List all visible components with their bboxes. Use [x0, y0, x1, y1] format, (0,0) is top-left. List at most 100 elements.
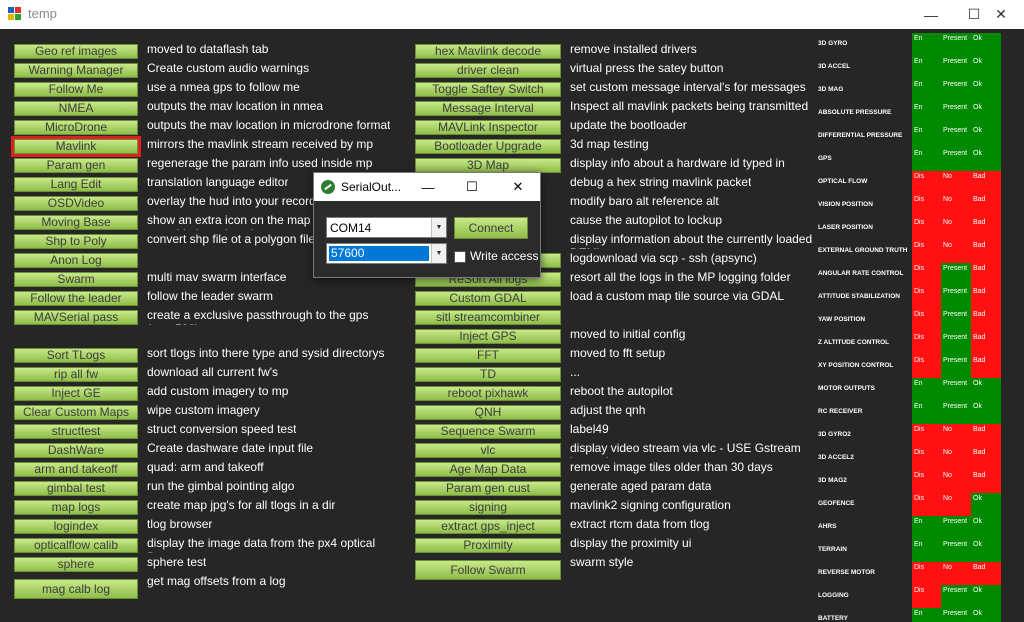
baud-select[interactable]: 57600 ▼ — [326, 243, 447, 264]
tool-description: virtual press the satey button — [570, 61, 724, 75]
tool-description: add custom imagery to mp — [147, 384, 289, 398]
tool-button[interactable]: TD — [415, 367, 561, 382]
sensor-health: Ok — [971, 401, 1001, 424]
sensor-present: Present — [941, 263, 971, 286]
sensor-enabled: En — [912, 79, 941, 102]
tool-button[interactable]: Sequence Swarm — [415, 424, 561, 439]
sensor-enabled: Dis — [912, 447, 941, 470]
tool-description: struct conversion speed test — [147, 422, 297, 436]
tool-button[interactable]: Custom GDAL — [415, 291, 561, 306]
tool-button[interactable]: gimbal test — [14, 481, 138, 496]
tool-button[interactable]: map logs — [14, 500, 138, 515]
sensor-health: Ok — [971, 585, 1001, 608]
tool-button[interactable]: Bootloader Upgrade — [415, 139, 561, 154]
connect-button[interactable]: Connect — [454, 217, 528, 239]
tool-button[interactable]: Follow Me — [14, 82, 138, 97]
tool-button[interactable]: Clear Custom Maps — [14, 405, 138, 420]
tool-button[interactable]: Param gen cust — [415, 481, 561, 496]
tool-button[interactable]: Inject GE — [14, 386, 138, 401]
tool-button[interactable]: Param gen — [14, 158, 138, 173]
tool-button[interactable]: MAVSerial pass — [14, 310, 138, 325]
dialog-close-button[interactable]: ✕ — [498, 173, 538, 201]
close-button[interactable]: ✕ — [978, 0, 1024, 29]
tool-button[interactable]: QNH — [415, 405, 561, 420]
chevron-down-icon[interactable]: ▼ — [431, 244, 446, 263]
tool-description: modify baro alt reference alt — [570, 194, 719, 208]
tool-description: display video stream via vlc - USE Gstre… — [570, 441, 801, 458]
tool-button[interactable]: sphere — [14, 557, 138, 572]
baud-value: 57600 — [329, 246, 429, 261]
tool-button[interactable]: logindex — [14, 519, 138, 534]
dialog-title-bar: SerialOut... — ☐ ✕ — [314, 173, 540, 201]
tool-description: Inspect all mavlink packets being transm… — [570, 99, 809, 113]
sensor-enabled: Dis — [912, 332, 941, 355]
tool-button[interactable]: opticalflow calib — [14, 538, 138, 553]
tool-button[interactable]: FFT — [415, 348, 561, 363]
tool-button[interactable]: vlc — [415, 443, 561, 458]
tool-button[interactable]: Inject GPS — [415, 329, 561, 344]
tool-button[interactable]: Mavlink — [11, 136, 141, 157]
tool-description: ... — [570, 365, 581, 379]
tool-description: run the gimbal pointing algo — [147, 479, 295, 493]
tool-button[interactable]: hex Mavlink decode — [415, 44, 561, 59]
sensor-present: Present — [941, 125, 971, 148]
tool-button[interactable]: MAVLink Inspector — [415, 120, 561, 135]
chevron-down-icon[interactable]: ▼ — [431, 218, 446, 237]
sensor-label: ABSOLUTE PRESSURE — [818, 109, 892, 116]
sensor-health: Ok — [971, 378, 1001, 401]
sensor-enabled: Dis — [912, 424, 941, 447]
tool-button[interactable]: signing — [415, 500, 561, 515]
tool-description: follow the leader swarm — [147, 289, 274, 303]
tool-button[interactable]: Swarm — [14, 272, 138, 287]
tool-description: remove image tiles older than 30 days — [570, 460, 773, 474]
tool-button[interactable]: Message Interval — [415, 101, 561, 116]
write-access-checkbox[interactable] — [454, 251, 466, 263]
tool-button[interactable]: Geo ref images — [14, 44, 138, 59]
tool-button[interactable]: rip all fw — [14, 367, 138, 382]
tool-button[interactable]: Anon Log — [14, 253, 138, 268]
tool-button[interactable]: arm and takeoff — [14, 462, 138, 477]
dialog-maximize-button[interactable]: ☐ — [452, 173, 492, 201]
tool-button[interactable]: MicroDrone — [14, 120, 138, 135]
sensor-present: No — [941, 562, 971, 585]
minimize-button[interactable]: — — [908, 0, 954, 29]
sensor-enabled: En — [912, 102, 941, 125]
main-window: temp — ☐ ✕ Geo ref images moved to datafl… — [0, 0, 1024, 622]
tool-button[interactable]: Moving Base — [14, 215, 138, 230]
tool-description: outputs the mav location in nmea — [147, 99, 324, 113]
tool-button[interactable]: Sort TLogs — [14, 348, 138, 363]
tool-button[interactable]: Age Map Data — [415, 462, 561, 477]
tool-button[interactable]: driver clean — [415, 63, 561, 78]
tool-button[interactable]: Follow the leader — [14, 291, 138, 306]
sensor-label: EXTERNAL GROUND TRUTH — [818, 247, 908, 254]
tool-button[interactable]: structtest — [14, 424, 138, 439]
tool-button[interactable]: sitl streamcombiner — [415, 310, 561, 325]
tool-button[interactable]: Toggle Saftey Switch — [415, 82, 561, 97]
tool-description: download all current fw's — [147, 365, 279, 379]
tool-button[interactable]: Follow Swarm — [415, 560, 561, 580]
sensor-health: Ok — [971, 102, 1001, 125]
tool-button[interactable]: 3D Map — [415, 158, 561, 173]
sensor-enabled: Dis — [912, 493, 941, 516]
plane-icon — [321, 180, 335, 194]
sensor-enabled: Dis — [912, 240, 941, 263]
port-select[interactable]: COM14 ▼ — [326, 217, 447, 238]
tool-button[interactable]: Shp to Poly — [14, 234, 138, 249]
tool-description: translation language editor — [147, 175, 289, 189]
tool-description: convert shp file ot a polygon file — [147, 232, 316, 246]
sensor-label: DIFFERENTIAL PRESSURE — [818, 132, 903, 139]
tool-button[interactable]: NMEA — [14, 101, 138, 116]
tool-button[interactable]: mag calb log — [14, 579, 138, 599]
tool-button[interactable]: Proximity — [415, 538, 561, 553]
tool-button[interactable]: Lang Edit — [14, 177, 138, 192]
dialog-minimize-button[interactable]: — — [408, 173, 448, 201]
tool-button[interactable]: DashWare — [14, 443, 138, 458]
tool-button[interactable]: Warning Manager — [14, 63, 138, 78]
sensor-enabled: En — [912, 516, 941, 539]
sensor-present: Present — [941, 56, 971, 79]
app-icon — [8, 7, 22, 21]
tool-button[interactable]: reboot pixhawk — [415, 386, 561, 401]
tool-button[interactable]: OSDVideo — [14, 196, 138, 211]
tool-button[interactable]: extract gps_inject — [415, 519, 561, 534]
tool-description: set custom message interval's for messag… — [570, 80, 806, 94]
